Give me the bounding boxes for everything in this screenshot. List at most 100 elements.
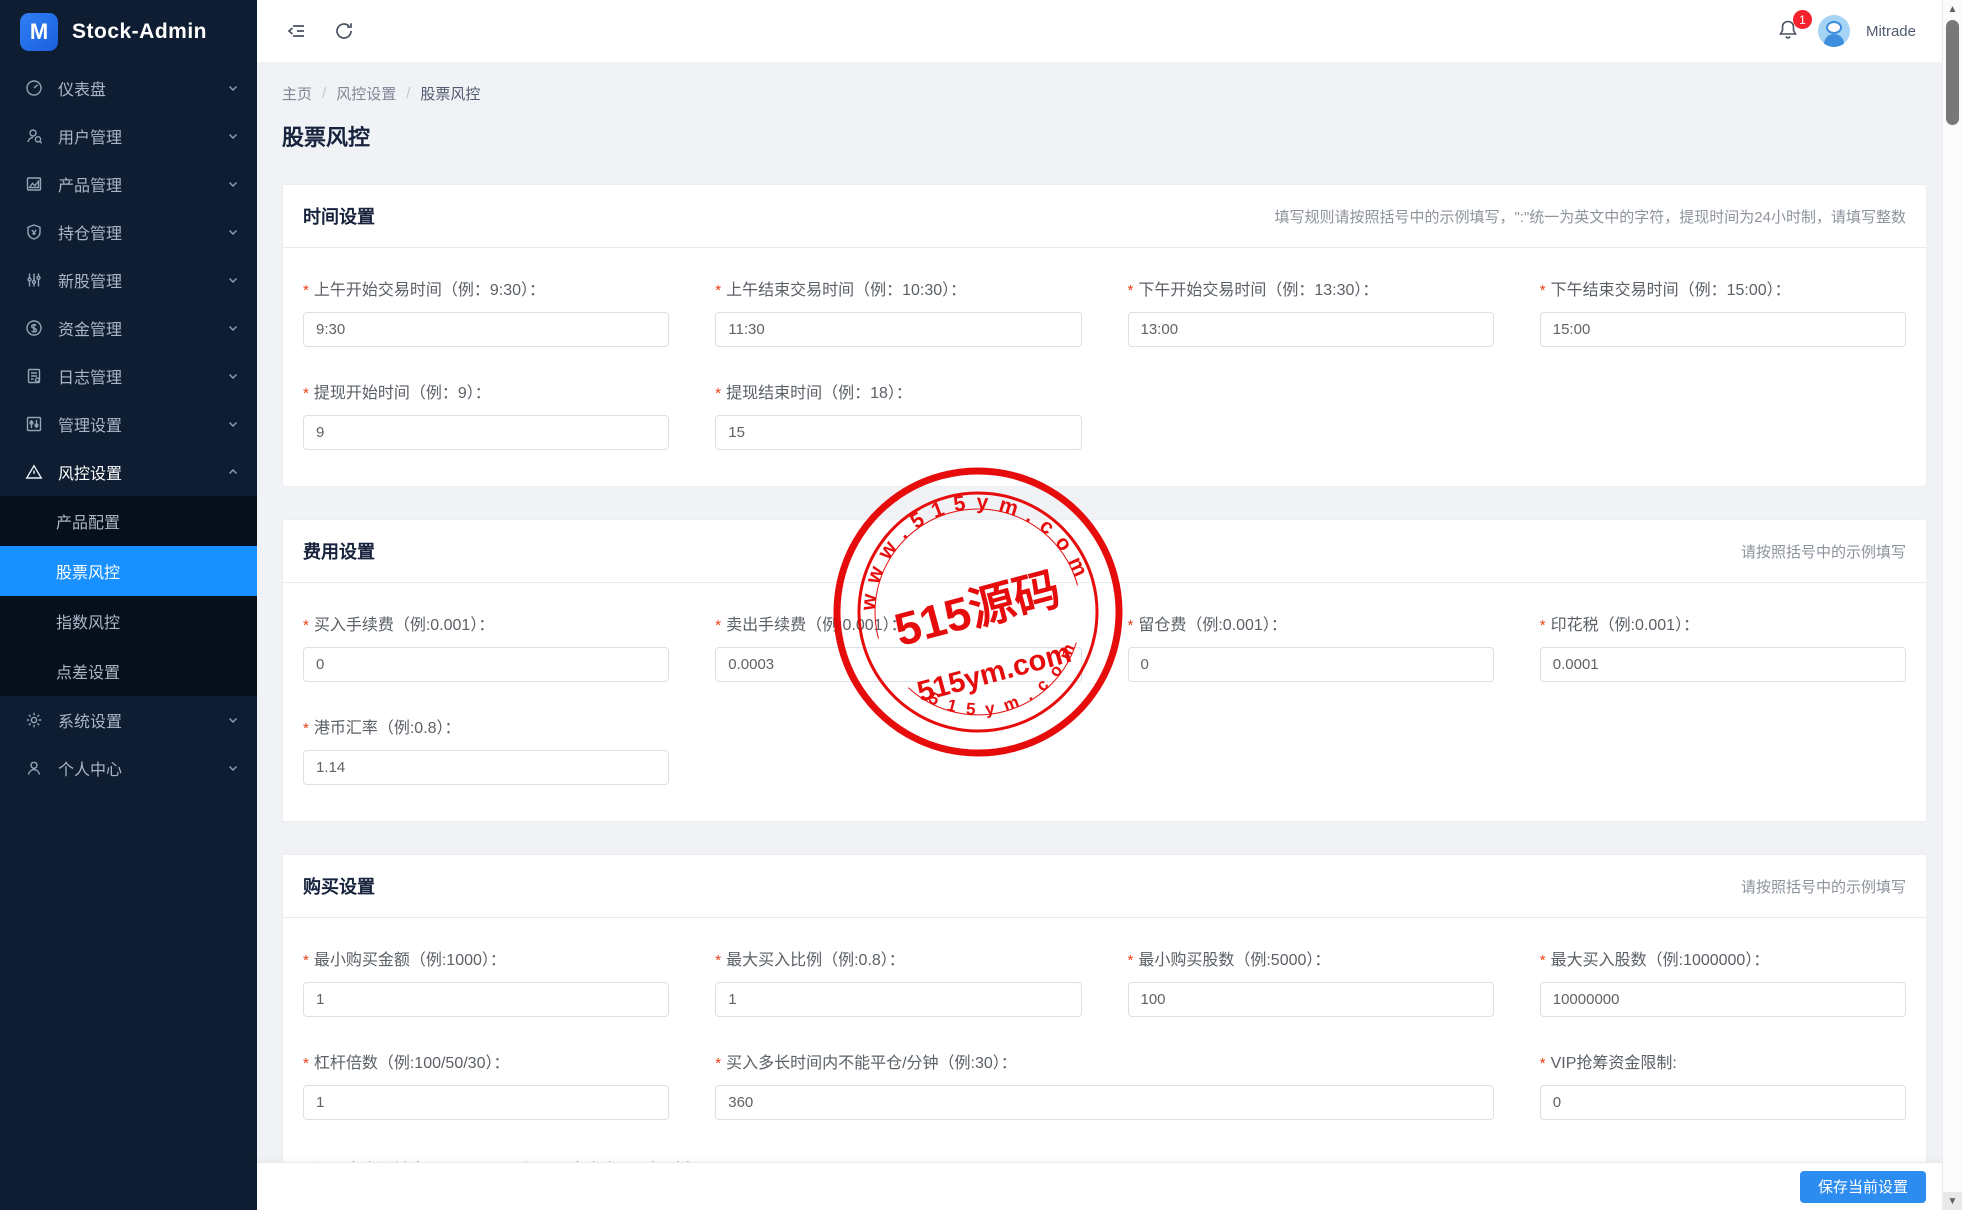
afternoon-close-input[interactable] [1540, 312, 1906, 347]
chevron-down-icon [227, 274, 239, 286]
field-withdraw-end: 提现结束时间（例：18）： [715, 379, 1081, 450]
app-title: Stock-Admin [72, 20, 207, 44]
logs-icon [24, 366, 44, 386]
sidebar-item-products[interactable]: 产品管理 [0, 160, 257, 208]
field-stamp-tax: 印花税（例:0.001）： [1540, 611, 1906, 682]
scrollbar-thumb[interactable] [1946, 20, 1959, 125]
sidebar-item-index-risk[interactable]: 指数风控 [0, 596, 257, 646]
field-sell-fee: 卖出手续费（例:0.001）： [715, 611, 1081, 682]
products-icon [24, 174, 44, 194]
breadcrumb-risk-settings[interactable]: 风控设置 [336, 83, 396, 104]
field-buy-fee: 买入手续费（例:0.001）： [303, 611, 669, 682]
overnight-fee-input[interactable] [1128, 647, 1494, 682]
chevron-down-icon [227, 178, 239, 190]
ipo-icon [24, 270, 44, 290]
field-withdraw-start: 提现开始时间（例：9）： [303, 379, 669, 450]
users-icon [24, 126, 44, 146]
field-leverage: 杠杆倍数（例:100/50/30）： [303, 1049, 669, 1120]
refresh-icon[interactable] [331, 18, 357, 44]
sidebar-item-dashboard[interactable]: 仪表盘 [0, 64, 257, 112]
sidebar-item-spread-settings[interactable]: 点差设置 [0, 646, 257, 696]
withdraw-start-input[interactable] [303, 415, 669, 450]
chevron-down-icon [227, 322, 239, 334]
chevron-down-icon [227, 82, 239, 94]
afternoon-open-input[interactable] [1128, 312, 1494, 347]
system-icon [24, 710, 44, 730]
sidebar: M Stock-Admin 仪表盘 用户管理 产品管理 持仓管理 [0, 0, 257, 1210]
main-area: 1 Mitrade 主页 / 风控设置 / 股票风控 股票风控 时间设置 填写规… [257, 0, 1942, 1210]
field-max-buy-ratio: 最大买入比例（例:0.8）： [715, 946, 1081, 1017]
dashboard-icon [24, 78, 44, 98]
field-min-buy-shares: 最小购买股数（例:5000）： [1128, 946, 1494, 1017]
sidebar-item-ipo[interactable]: 新股管理 [0, 256, 257, 304]
sell-fee-input[interactable] [715, 647, 1081, 682]
time-settings-card: 时间设置 填写规则请按照括号中的示例填写，":"统一为英文中的字符，提现时间为2… [282, 184, 1927, 487]
sidebar-item-positions[interactable]: 持仓管理 [0, 208, 257, 256]
section-title: 时间设置 [303, 203, 375, 229]
scroll-down-arrow[interactable]: ▼ [1943, 1192, 1962, 1210]
hold-minutes-input[interactable] [715, 1085, 1494, 1120]
sidebar-item-stock-risk[interactable]: 股票风控 [0, 546, 257, 596]
stamp-tax-input[interactable] [1540, 647, 1906, 682]
chevron-down-icon [227, 418, 239, 430]
section-note: 填写规则请按照括号中的示例填写，":"统一为英文中的字符，提现时间为24小时制，… [1274, 206, 1906, 227]
username: Mitrade [1866, 23, 1916, 40]
withdraw-end-input[interactable] [715, 415, 1081, 450]
app-logo-icon: M [20, 13, 58, 51]
field-min-buy-amount: 最小购买金额（例:1000）： [303, 946, 669, 1017]
chevron-down-icon [227, 130, 239, 142]
field-vip-fund-limit: VIP抢筹资金限制: [1540, 1049, 1906, 1120]
field-morning-close: 上午结束交易时间（例：10:30）： [715, 276, 1081, 347]
sidebar-item-system-settings[interactable]: 系统设置 [0, 696, 257, 744]
sidebar-item-product-config[interactable]: 产品配置 [0, 496, 257, 546]
sidebar-item-funds[interactable]: 资金管理 [0, 304, 257, 352]
app-logo[interactable]: M Stock-Admin [0, 0, 257, 64]
positions-icon [24, 222, 44, 242]
topbar: 1 Mitrade [257, 0, 1942, 63]
buy-settings-card: 购买设置 请按照括号中的示例填写 最小购买金额（例:1000）： 最大买入比例（… [282, 854, 1927, 1173]
section-note: 请按照括号中的示例填写 [1741, 876, 1906, 897]
chevron-down-icon [227, 714, 239, 726]
save-button[interactable]: 保存当前设置 [1800, 1171, 1926, 1203]
field-hkd-rate: 港币汇率（例:0.8）： [303, 714, 669, 785]
sidebar-item-risk-settings[interactable]: 风控设置 [0, 448, 257, 496]
page-title: 股票风控 [282, 120, 1927, 152]
risk-icon [24, 462, 44, 482]
morning-open-input[interactable] [303, 312, 669, 347]
footer-bar: 保存当前设置 [257, 1162, 1942, 1210]
admin-settings-icon [24, 414, 44, 434]
scrollbar[interactable]: ▲ ▼ [1942, 0, 1962, 1210]
risk-submenu: 产品配置 股票风控 指数风控 点差设置 [0, 496, 257, 696]
section-note: 请按照括号中的示例填写 [1741, 541, 1906, 562]
buy-fee-input[interactable] [303, 647, 669, 682]
max-buy-ratio-input[interactable] [715, 982, 1081, 1017]
leverage-input[interactable] [303, 1085, 669, 1120]
vip-fund-limit-input[interactable] [1540, 1085, 1906, 1120]
min-buy-amount-input[interactable] [303, 982, 669, 1017]
section-title: 费用设置 [303, 538, 375, 564]
collapse-sidebar-icon[interactable] [283, 18, 309, 44]
max-buy-shares-input[interactable] [1540, 982, 1906, 1017]
field-overnight-fee: 留仓费（例:0.001）： [1128, 611, 1494, 682]
min-buy-shares-input[interactable] [1128, 982, 1494, 1017]
field-afternoon-close: 下午结束交易时间（例：15:00）： [1540, 276, 1906, 347]
field-afternoon-open: 下午开始交易时间（例：13:30）： [1128, 276, 1494, 347]
field-max-buy-shares: 最大买入股数（例:1000000）： [1540, 946, 1906, 1017]
breadcrumb-home[interactable]: 主页 [282, 83, 312, 104]
profile-icon [24, 758, 44, 778]
breadcrumb: 主页 / 风控设置 / 股票风控 [282, 83, 1927, 104]
sidebar-item-logs[interactable]: 日志管理 [0, 352, 257, 400]
sidebar-item-admin-settings[interactable]: 管理设置 [0, 400, 257, 448]
scroll-up-arrow[interactable]: ▲ [1943, 0, 1962, 18]
chevron-up-icon [227, 466, 239, 478]
sidebar-item-profile[interactable]: 个人中心 [0, 744, 257, 792]
sidebar-item-users[interactable]: 用户管理 [0, 112, 257, 160]
chevron-down-icon [227, 762, 239, 774]
hkd-rate-input[interactable] [303, 750, 669, 785]
chevron-down-icon [227, 370, 239, 382]
morning-close-input[interactable] [715, 312, 1081, 347]
chevron-down-icon [227, 226, 239, 238]
notifications-bell-icon[interactable]: 1 [1776, 18, 1802, 44]
breadcrumb-current: 股票风控 [420, 83, 480, 104]
avatar[interactable] [1818, 15, 1850, 47]
